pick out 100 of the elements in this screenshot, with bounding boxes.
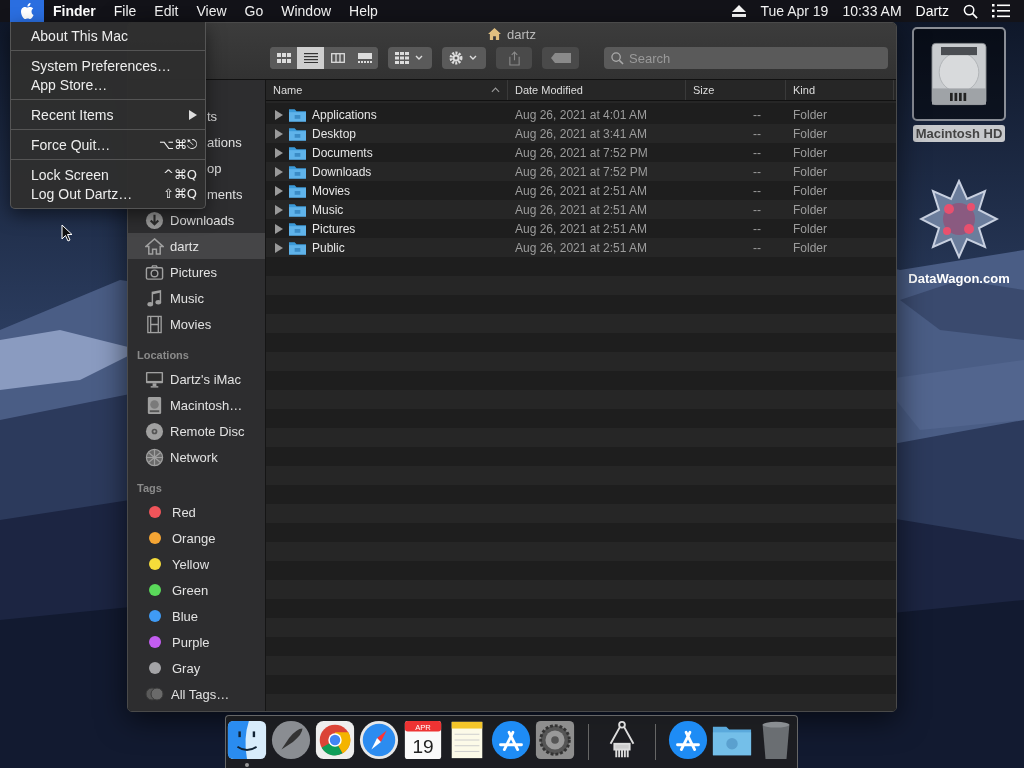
search-icon[interactable]	[963, 3, 978, 19]
size-cell: --	[753, 164, 761, 179]
menu-bar-item[interactable]: Edit	[145, 3, 188, 19]
disclosure-triangle-icon[interactable]	[275, 185, 283, 196]
sidebar-item-label: Blue	[172, 608, 199, 624]
column-header[interactable]: Name	[266, 80, 508, 100]
kind-cell: Folder	[793, 240, 827, 255]
disclosure-triangle-icon[interactable]	[275, 109, 283, 120]
user-menu[interactable]: Dartz	[915, 3, 949, 19]
folder-icon	[289, 145, 306, 160]
all-tags-icon	[145, 687, 165, 701]
size-cell: --	[753, 126, 761, 141]
file-name-cell[interactable]: Pictures	[312, 221, 356, 236]
home-icon	[488, 28, 502, 40]
clock-text[interactable]: 10:33 AM	[842, 3, 902, 19]
sidebar-item[interactable]: Pictures	[128, 259, 265, 285]
menu-item[interactable]: Log Out Dartz… ⇧⌘Q	[11, 184, 205, 203]
list-icon[interactable]	[992, 4, 1010, 18]
computer-icon	[145, 369, 164, 389]
menu-bar-item[interactable]: View	[187, 3, 236, 19]
date-cell: Aug 26, 2021 at 2:51 AM	[515, 202, 648, 217]
date-cell: Aug 26, 2021 at 2:51 AM	[515, 240, 648, 255]
kind-cell: Folder	[793, 145, 827, 160]
desktop-icon-label[interactable]: Macintosh HD	[912, 125, 1006, 142]
file-name-cell[interactable]: Applications	[312, 107, 377, 122]
disclosure-triangle-icon[interactable]	[275, 147, 283, 158]
sidebar-item[interactable]: Green	[128, 577, 265, 603]
menu-bar-item[interactable]: Window	[272, 3, 341, 19]
finder-face-icon	[226, 719, 268, 761]
menu-item[interactable]: Force Quit… ⌥⌘⎋	[11, 135, 205, 154]
sidebar-item-label: All Tags…	[171, 686, 230, 702]
sidebar-item-label: Downloads	[170, 212, 235, 228]
date-text[interactable]: Tue Apr 19	[760, 3, 829, 19]
sidebar-item[interactable]: Music	[128, 285, 265, 311]
sidebar-section-header: Locations	[136, 348, 190, 363]
group-button[interactable]	[388, 47, 432, 69]
sidebar-item[interactable]: Gray	[128, 655, 265, 681]
sidebar-item[interactable]: All Tags…	[128, 681, 265, 707]
sidebar-item[interactable]: Red	[128, 499, 265, 525]
list-view-button[interactable]	[297, 47, 324, 69]
column-header[interactable]: Size	[686, 80, 786, 100]
desktop-icon-frame[interactable]	[912, 27, 1006, 121]
disclosure-triangle-icon[interactable]	[275, 204, 283, 215]
search-field[interactable]: Search	[604, 47, 888, 69]
eject-icon[interactable]	[732, 5, 747, 17]
sidebar-item[interactable]: Downloads	[128, 207, 265, 233]
share-icon	[507, 50, 521, 66]
film-icon	[145, 314, 164, 334]
apple-menu-button[interactable]	[10, 0, 44, 22]
date-cell: Aug 26, 2021 at 2:51 AM	[515, 183, 648, 198]
menu-bar-item[interactable]: Go	[235, 3, 273, 19]
folder-icon	[289, 126, 306, 141]
file-name-cell[interactable]: Movies	[312, 183, 350, 198]
sidebar-item[interactable]: Orange	[128, 525, 265, 551]
sidebar-item-label: ts	[207, 108, 218, 124]
dock-app-button[interactable]	[226, 719, 268, 767]
menu-item[interactable]: App Store…	[11, 75, 205, 94]
action-button[interactable]	[442, 47, 486, 69]
file-name-cell[interactable]: Public	[312, 240, 345, 255]
grid-icon	[276, 53, 291, 63]
sidebar-item[interactable]: Dartz's iMac	[128, 366, 265, 392]
column-header[interactable]: Date Modified	[508, 80, 686, 100]
sidebar-item[interactable]: Yellow	[128, 551, 265, 577]
sidebar-item[interactable]: Macintosh…	[128, 392, 265, 418]
sidebar-item[interactable]: Movies	[128, 311, 265, 337]
menu-bar-item[interactable]: File	[104, 3, 146, 19]
sidebar-item-label: Red	[172, 504, 196, 520]
app-menu[interactable]: Finder	[44, 3, 105, 19]
date-cell: Aug 26, 2021 at 7:52 PM	[515, 164, 648, 179]
gear-icon	[534, 719, 576, 761]
sidebar-item[interactable]: dartz	[128, 233, 265, 259]
menu-item[interactable]: Recent Items	[11, 105, 205, 124]
file-name-cell[interactable]: Downloads	[312, 164, 372, 179]
menu-item[interactable]: About This Mac	[11, 26, 205, 45]
disclosure-triangle-icon[interactable]	[275, 128, 283, 139]
disclosure-triangle-icon[interactable]	[275, 223, 283, 234]
music-note-icon	[145, 288, 164, 308]
sidebar-item[interactable]: Purple	[128, 629, 265, 655]
kind-cell: Folder	[793, 164, 827, 179]
sidebar-item-label: Gray	[172, 660, 201, 676]
menu-item[interactable]: System Preferences…	[11, 56, 205, 75]
app-store-icon	[490, 719, 532, 761]
disclosure-triangle-icon[interactable]	[275, 166, 283, 177]
list-icon	[303, 53, 318, 63]
desktop-icon-label[interactable]: DataWagon.com	[905, 270, 1013, 287]
gear-dropdown-icon	[449, 51, 479, 65]
sidebar-item[interactable]: Remote Disc	[128, 418, 265, 444]
menu-item[interactable]: Lock Screen ^⌘Q	[11, 165, 205, 184]
folder-icon	[289, 164, 306, 179]
size-cell: --	[753, 183, 761, 198]
file-name-cell[interactable]: Documents	[312, 145, 373, 160]
file-name-cell[interactable]: Music	[312, 202, 344, 217]
column-header[interactable]: Kind	[786, 80, 894, 100]
date-cell: Aug 26, 2021 at 7:52 PM	[515, 145, 648, 160]
sidebar-item[interactable]: Network	[128, 444, 265, 470]
file-name-cell[interactable]: Desktop	[312, 126, 357, 141]
sidebar-item-label: Purple	[172, 634, 210, 650]
menu-bar-item[interactable]: Help	[340, 3, 387, 19]
disclosure-triangle-icon[interactable]	[275, 242, 283, 253]
sidebar-item[interactable]: Blue	[128, 603, 265, 629]
